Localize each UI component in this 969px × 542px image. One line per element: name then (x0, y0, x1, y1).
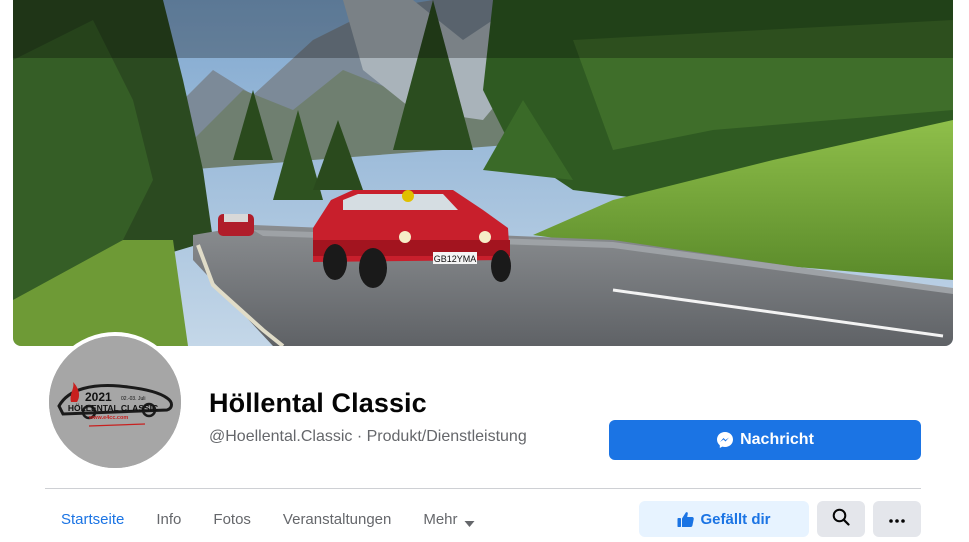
tab-fotos[interactable]: Fotos (197, 498, 267, 540)
tab-label: Veranstaltungen (282, 510, 392, 528)
messenger-icon (716, 431, 734, 449)
profile-tabs: Startseite Info Fotos Veranstaltungen Me… (45, 498, 491, 540)
message-button[interactable]: Nachricht (609, 420, 921, 460)
logo-dates: 02.-03. Juli (121, 396, 145, 402)
hoellental-classic-logo: 2021 02.-03. Juli HÖLLENTAL CLASSIC www.… (49, 336, 181, 468)
caret-down-icon (464, 515, 475, 527)
search-icon (832, 508, 850, 531)
tab-label: Fotos (213, 510, 251, 528)
message-button-label: Nachricht (740, 431, 814, 448)
search-button[interactable] (817, 501, 865, 537)
profile-picture[interactable]: 2021 02.-03. Juli HÖLLENTAL CLASSIC www.… (45, 332, 185, 472)
like-button-label: Gefällt dir (700, 510, 771, 528)
page-subtitle: @Hoellental.Classic · Produkt/Dienstleis… (209, 428, 527, 445)
logo-name: HÖLLENTAL CLASSIC (68, 403, 158, 413)
logo-url: www.e4cc.com (88, 415, 128, 421)
tab-startseite[interactable]: Startseite (45, 498, 140, 540)
more-icon (889, 510, 905, 528)
tab-label: Mehr (423, 510, 458, 528)
logo-year: 2021 (85, 390, 112, 404)
tab-label: Startseite (61, 510, 125, 528)
avatar: 2021 02.-03. Juli HÖLLENTAL CLASSIC www.… (49, 336, 181, 468)
more-button[interactable] (873, 501, 921, 537)
license-plate: GB12YMA (434, 254, 477, 264)
cover-photo[interactable]: GB12YMA (13, 0, 953, 346)
tab-label: Info (156, 510, 182, 528)
page-title[interactable]: Höllental Classic (209, 388, 427, 419)
tab-info[interactable]: Info (140, 498, 197, 540)
like-button[interactable]: Gefällt dir (639, 501, 809, 537)
tab-veranstaltungen[interactable]: Veranstaltungen (267, 498, 407, 540)
tab-mehr[interactable]: Mehr (407, 498, 490, 540)
cover-top-shade (13, 0, 953, 58)
profile-divider (45, 488, 921, 489)
thumbs-up-icon (677, 511, 695, 528)
